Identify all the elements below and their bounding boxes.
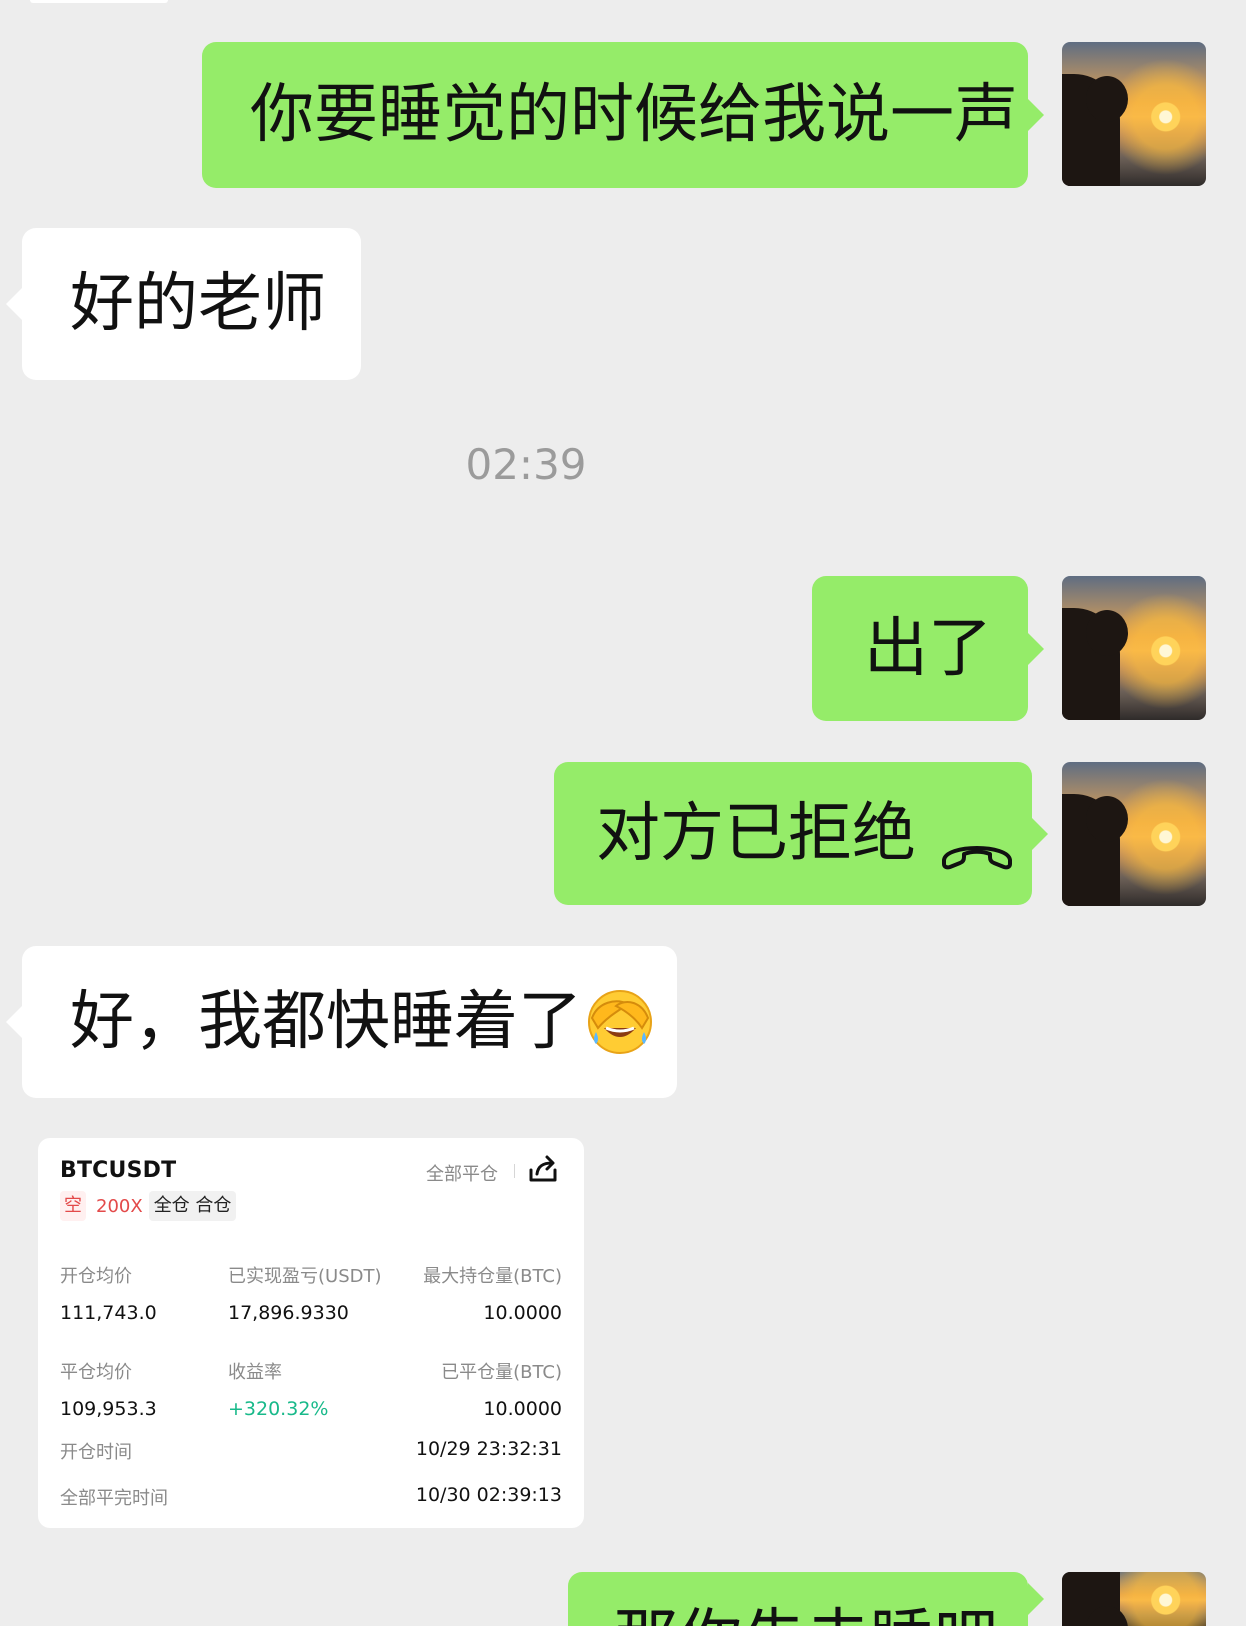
avatar[interactable] bbox=[1062, 1572, 1206, 1626]
open-time-label: 开仓时间 bbox=[60, 1442, 132, 1463]
exit-price-label: 平仓均价 bbox=[60, 1362, 132, 1383]
closed-qty-label: 已平仓量(BTC) bbox=[441, 1362, 562, 1383]
max-position-cell: 最大持仓量(BTC) 10.0000 bbox=[423, 1262, 562, 1324]
divider bbox=[514, 1164, 515, 1178]
side-badge: 空 bbox=[60, 1191, 86, 1221]
message-bubble-outgoing[interactable]: 那你先去睡吧 bbox=[568, 1572, 1044, 1626]
return-rate-cell: 收益率 +320.32% bbox=[228, 1358, 328, 1420]
chat-area[interactable]: 你要睡觉的时候给我说一声 好的老师 02:39 出了 对方已拒绝 好，我都快睡着… bbox=[0, 0, 1246, 1626]
message-bubble-outgoing[interactable]: 出了 bbox=[812, 576, 1044, 721]
close-time-row: 全部平完时间 10/30 02:39:13 bbox=[60, 1484, 562, 1510]
avatar[interactable] bbox=[1062, 576, 1206, 720]
message-bubble-outgoing[interactable]: 你要睡觉的时候给我说一声 bbox=[202, 42, 1044, 188]
trade-symbol: BTCUSDT bbox=[60, 1158, 177, 1183]
realized-pnl-label: 已实现盈亏(USDT) bbox=[228, 1266, 382, 1287]
message-text-clip: 那你先去睡吧 bbox=[614, 1572, 998, 1626]
exit-price-cell: 平仓均价 109,953.3 bbox=[60, 1358, 157, 1420]
entry-price-label: 开仓均价 bbox=[60, 1266, 132, 1287]
close-all-label: 全部平仓 bbox=[426, 1164, 498, 1185]
max-position-value: 10.0000 bbox=[483, 1302, 562, 1324]
closed-qty-value: 10.0000 bbox=[483, 1398, 562, 1420]
position-tags: 空 200X 全仓 合仓 bbox=[60, 1189, 237, 1223]
call-status-bubble[interactable]: 对方已拒绝 bbox=[554, 762, 1048, 905]
message-text: 那你先去睡吧 bbox=[614, 1572, 998, 1626]
closed-qty-cell: 已平仓量(BTC) 10.0000 bbox=[441, 1358, 562, 1420]
message-text: 你要睡觉的时候给我说一声 bbox=[250, 78, 1018, 152]
facepalm-laughing-emoji bbox=[586, 988, 654, 1056]
return-rate-label: 收益率 bbox=[228, 1362, 282, 1383]
previous-message-edge bbox=[30, 0, 168, 3]
message-text: 好的老师 bbox=[70, 267, 326, 341]
share-icon bbox=[526, 1152, 560, 1186]
return-rate-value: +320.32% bbox=[228, 1398, 329, 1420]
phone-hangup-icon bbox=[940, 817, 1014, 869]
realized-pnl-value: 17,896.9330 bbox=[228, 1302, 349, 1324]
message-bubble-incoming[interactable]: 好的老师 bbox=[6, 228, 361, 380]
chat-timestamp: 02:39 bbox=[465, 440, 587, 489]
message-text: 对方已拒绝 bbox=[596, 796, 916, 871]
close-time-value: 10/30 02:39:13 bbox=[415, 1484, 562, 1506]
entry-price-cell: 开仓均价 111,743.0 bbox=[60, 1262, 157, 1324]
message-text: 出了 bbox=[864, 611, 992, 686]
close-time-label: 全部平完时间 bbox=[60, 1488, 168, 1509]
open-time-row: 开仓时间 10/29 23:32:31 bbox=[60, 1438, 562, 1464]
avatar[interactable] bbox=[1062, 42, 1206, 186]
exit-price-value: 109,953.3 bbox=[60, 1398, 157, 1420]
avatar[interactable] bbox=[1062, 762, 1206, 906]
message-bubble-incoming[interactable]: 好，我都快睡着了 bbox=[6, 946, 677, 1098]
message-text: 好，我都快睡着了 bbox=[70, 985, 582, 1059]
entry-price-value: 111,743.0 bbox=[60, 1302, 157, 1324]
trade-summary-card[interactable]: BTCUSDT 全部平仓 空 200X 全仓 合仓 开仓均价 111,743.0… bbox=[38, 1138, 584, 1528]
leverage-badge: 200X bbox=[96, 1195, 143, 1217]
margin-mode-badge: 全仓 合仓 bbox=[148, 1191, 237, 1221]
open-time-value: 10/29 23:32:31 bbox=[415, 1438, 562, 1460]
realized-pnl-cell: 已实现盈亏(USDT) 17,896.9330 bbox=[228, 1262, 382, 1324]
max-position-label: 最大持仓量(BTC) bbox=[423, 1266, 562, 1287]
